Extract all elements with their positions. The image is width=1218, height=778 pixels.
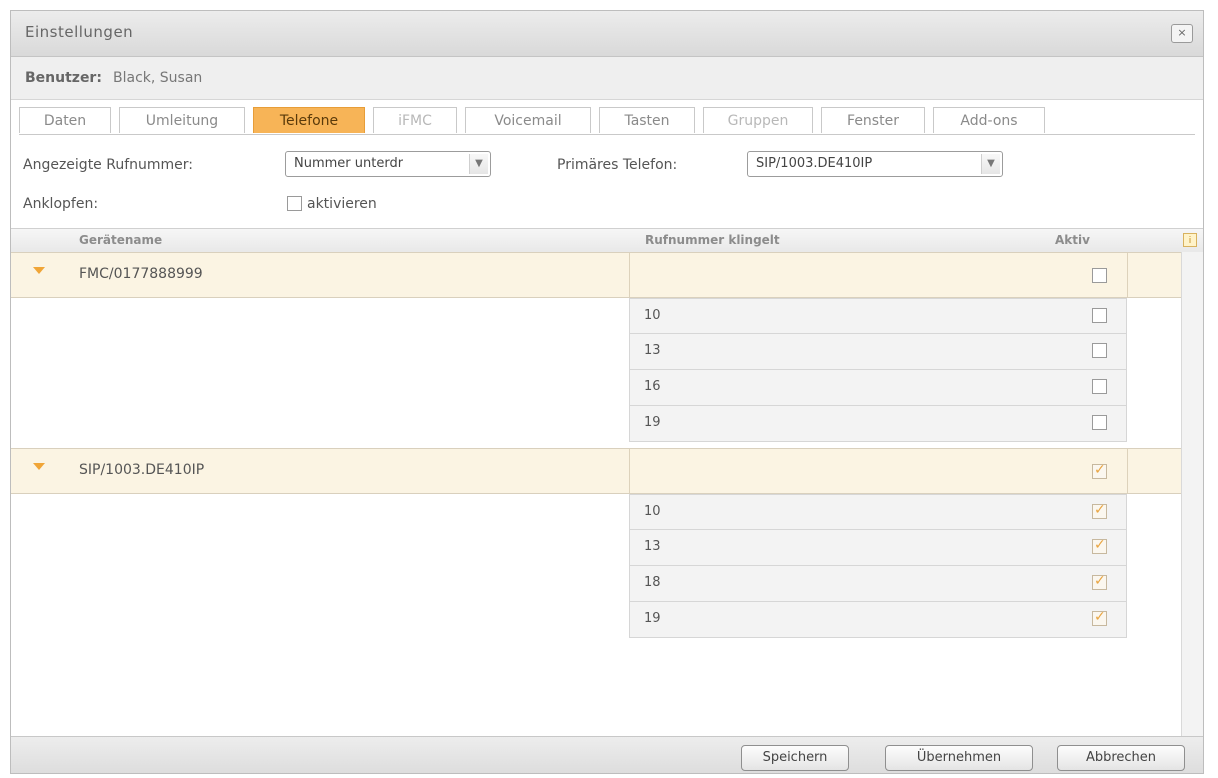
device-active-checkbox[interactable] [1092, 268, 1107, 283]
tab-add-ons[interactable]: Add-ons [933, 107, 1045, 133]
ring-number: 13 [644, 539, 661, 554]
table-row: 19 [629, 406, 1127, 442]
user-bar: Benutzer: Black, Susan [11, 57, 1203, 100]
ring-number: 16 [644, 379, 661, 394]
chevron-down-icon[interactable]: ▼ [981, 154, 1000, 174]
user-label: Benutzer: [25, 70, 102, 86]
table-row: 13 [629, 530, 1127, 566]
ring-number: 19 [644, 415, 661, 430]
tab-bar: Daten Umleitung Telefone iFMC Voicemail … [19, 107, 1199, 135]
primary-phone-label: Primäres Telefon: [557, 157, 678, 173]
call-waiting-checkbox[interactable] [287, 196, 302, 211]
call-waiting-checkbox-label[interactable]: aktivieren [307, 196, 377, 212]
displayed-number-label: Angezeigte Rufnummer: [23, 157, 194, 173]
expand-triangle-icon[interactable] [33, 267, 45, 274]
tab-daten[interactable]: Daten [19, 107, 111, 133]
call-waiting-label: Anklopfen: [23, 196, 99, 212]
info-icon[interactable]: i [1183, 233, 1197, 247]
ring-active-checkbox[interactable] [1092, 537, 1107, 554]
device-group-row[interactable]: FMC/0177888999 [11, 252, 1181, 298]
displayed-number-select[interactable]: Nummer unterdr ▼ [285, 151, 491, 177]
column-rings[interactable]: Rufnummer klingelt [645, 233, 780, 247]
table-row: 10 [629, 298, 1127, 334]
ring-active-checkbox[interactable] [1092, 308, 1107, 323]
column-device[interactable]: Gerätename [79, 233, 162, 247]
primary-phone-value: SIP/1003.DE410IP [756, 156, 873, 171]
ring-active-checkbox[interactable] [1092, 609, 1107, 626]
device-active-checkbox[interactable] [1092, 462, 1107, 479]
displayed-number-value: Nummer unterdr [294, 156, 404, 171]
apply-button[interactable]: Übernehmen [885, 745, 1033, 771]
ring-number: 19 [644, 611, 661, 626]
tab-tasten[interactable]: Tasten [599, 107, 695, 133]
column-active[interactable]: Aktiv [1055, 233, 1090, 247]
primary-phone-select[interactable]: SIP/1003.DE410IP ▼ [747, 151, 1003, 177]
ring-number: 10 [644, 308, 661, 323]
column-divider [1127, 449, 1128, 493]
ring-active-checkbox[interactable] [1092, 343, 1107, 358]
dialog-footer: Speichern Übernehmen Abbrechen [11, 736, 1203, 773]
ring-active-checkbox[interactable] [1092, 379, 1107, 394]
table-row: 18 [629, 566, 1127, 602]
table-row: 13 [629, 334, 1127, 370]
ring-active-checkbox[interactable] [1092, 415, 1107, 430]
column-divider [1127, 253, 1128, 297]
ring-number: 10 [644, 504, 661, 519]
tab-fenster[interactable]: Fenster [821, 107, 925, 133]
table-row: 10 [629, 494, 1127, 530]
cancel-button[interactable]: Abbrechen [1057, 745, 1185, 771]
device-name: SIP/1003.DE410IP [79, 462, 205, 478]
settings-dialog: Einstellungen × Benutzer: Black, Susan D… [10, 10, 1204, 774]
window-title: Einstellungen [25, 23, 134, 41]
table-row: 16 [629, 370, 1127, 406]
ring-number: 13 [644, 343, 661, 358]
title-bar[interactable]: Einstellungen × [11, 11, 1203, 57]
tab-divider [19, 134, 1195, 135]
expand-triangle-icon[interactable] [33, 463, 45, 470]
save-button[interactable]: Speichern [741, 745, 849, 771]
table-row: 19 [629, 602, 1127, 638]
device-group-row[interactable]: SIP/1003.DE410IP [11, 448, 1181, 494]
ring-active-checkbox[interactable] [1092, 573, 1107, 590]
vertical-scrollbar[interactable] [1181, 252, 1203, 736]
chevron-down-icon[interactable]: ▼ [469, 154, 488, 174]
tab-ifmc[interactable]: iFMC [373, 107, 457, 133]
ring-active-checkbox[interactable] [1092, 502, 1107, 519]
user-name: Black, Susan [113, 70, 203, 86]
column-divider [629, 449, 630, 493]
tab-telefone[interactable]: Telefone [253, 107, 365, 133]
table-header: Gerätename Rufnummer klingelt Aktiv i [11, 228, 1203, 254]
tab-gruppen[interactable]: Gruppen [703, 107, 813, 133]
close-icon[interactable]: × [1171, 24, 1193, 43]
tab-umleitung[interactable]: Umleitung [119, 107, 245, 133]
tab-voicemail[interactable]: Voicemail [465, 107, 591, 133]
ring-number: 18 [644, 575, 661, 590]
column-divider [629, 253, 630, 297]
device-name: FMC/0177888999 [79, 266, 203, 282]
